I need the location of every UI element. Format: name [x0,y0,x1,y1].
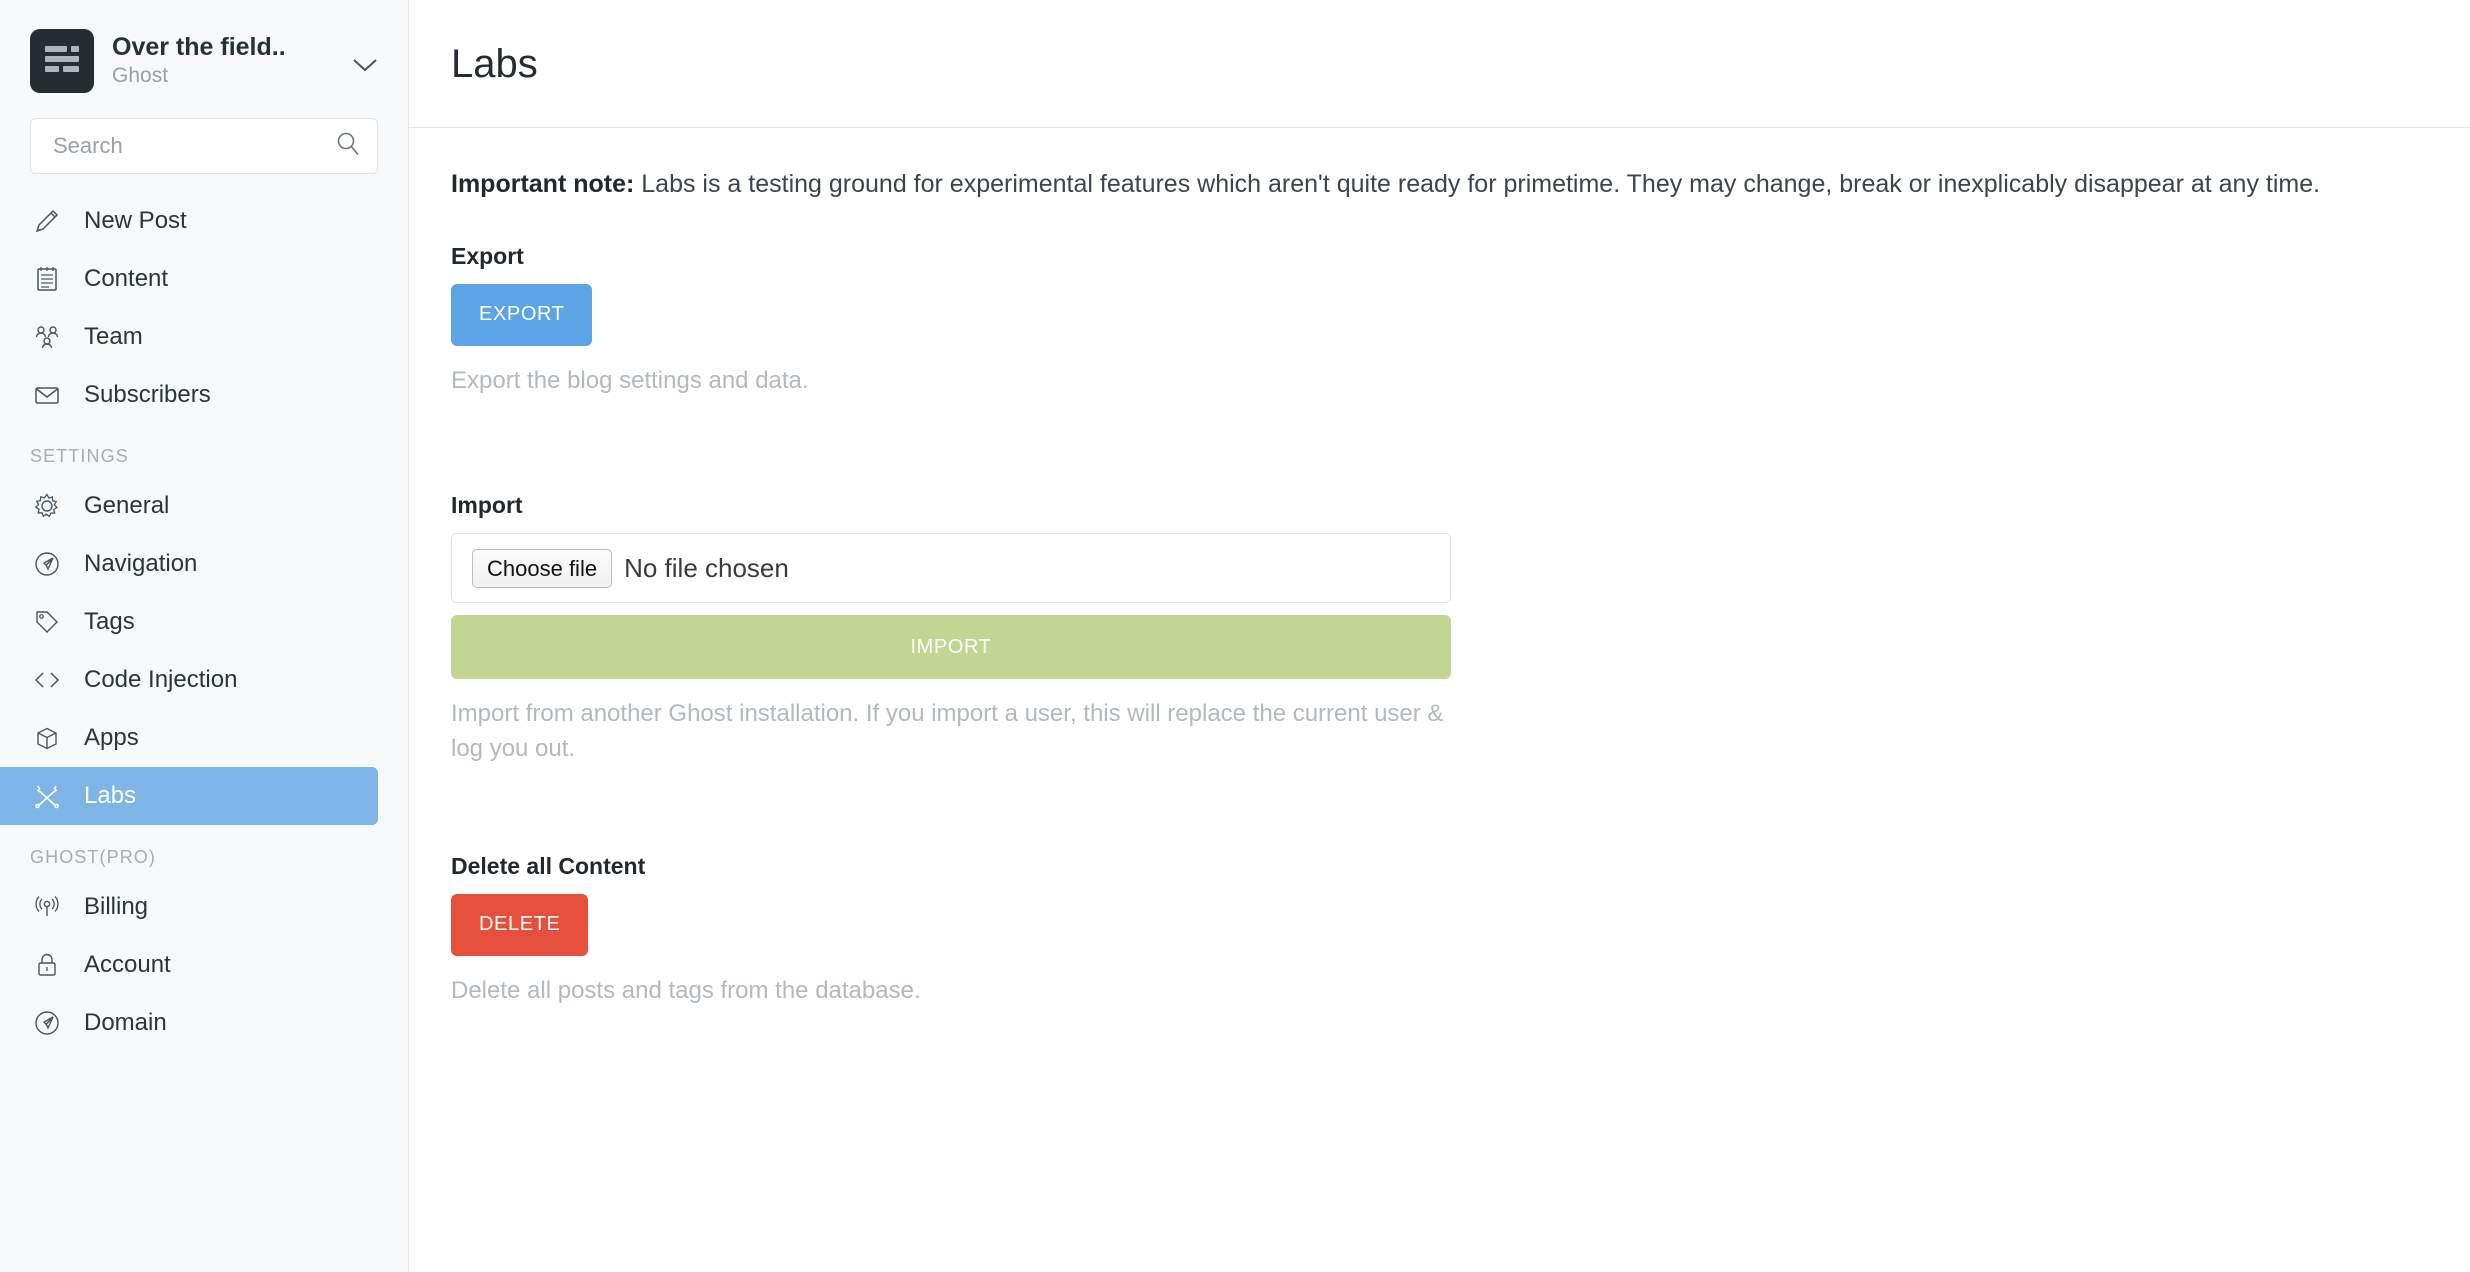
important-note-bold: Important note: [451,170,635,198]
export-label: Export [451,242,524,269]
wrenches-icon [30,779,64,813]
export-section: Export EXPORT Export the blog settings a… [451,242,2428,399]
chevron-down-icon[interactable] [352,49,378,73]
sidebar-item-label: New Post [84,207,187,234]
sidebar-item-tags[interactable]: Tags [0,593,378,651]
blog-switcher[interactable]: Over the field.. Ghost [0,0,408,96]
sidebar-item-label: Team [84,323,143,350]
import-label: Import [451,492,523,519]
box-icon [30,721,64,755]
search-container [0,96,408,174]
sidebar-item-label: Content [84,265,169,292]
export-hint: Export the blog settings and data. [451,366,809,394]
sidebar-item-domain[interactable]: Domain [0,994,378,1052]
sidebar-section-settings-label: SETTINGS [30,446,129,466]
sidebar-item-account[interactable]: Account [0,936,378,994]
sidebar-item-label: Code Injection [84,666,238,693]
sidebar-item-label: Navigation [84,550,198,577]
sidebar-item-label: Apps [84,724,139,751]
search-input[interactable] [51,132,335,160]
page-title: Labs [451,41,538,86]
main-content: Labs Important note: Labs is a testing g… [409,0,2470,1272]
sidebar-item-apps[interactable]: Apps [0,709,378,767]
sidebar-nav: New Post Content Team Subscribers SETTIN… [0,174,408,1052]
sidebar-item-navigation[interactable]: Navigation [0,535,378,593]
pencil-icon [30,204,64,238]
delete-label: Delete all Content [451,852,646,879]
gear-icon [30,489,64,523]
import-button[interactable]: IMPORT [451,615,1451,680]
delete-button[interactable]: DELETE [451,893,589,956]
app-root: Over the field.. Ghost New Post [0,0,2470,1272]
sidebar-item-label: Tags [84,608,135,635]
sidebar-item-code-injection[interactable]: Code Injection [0,651,378,709]
import-section: Import Choose file No file chosen IMPORT… [451,494,2428,767]
blog-identity: Over the field.. Ghost [112,33,346,89]
sidebar-item-label: Account [84,951,171,978]
delete-hint: Delete all posts and tags from the datab… [451,976,921,1004]
sidebar-item-label: Domain [84,1009,167,1036]
broadcast-icon [30,890,64,924]
main-header: Labs [409,0,2470,128]
sidebar-item-general[interactable]: General [0,477,378,535]
sidebar: Over the field.. Ghost New Post [0,0,409,1272]
tag-icon [30,605,64,639]
important-note-text: Labs is a testing ground for experimenta… [634,170,2321,198]
sidebar-item-label: Labs [84,782,137,809]
search-icon[interactable] [335,131,361,162]
choose-file-button[interactable]: Choose file [472,548,613,588]
sidebar-item-content[interactable]: Content [0,250,378,308]
envelope-icon [30,378,64,412]
lock-icon [30,948,64,982]
export-button[interactable]: EXPORT [451,283,593,346]
blog-logo-icon [30,29,94,93]
blog-title: Over the field.. [112,32,286,61]
import-file-input[interactable]: Choose file No file chosen [451,533,1451,604]
compass-icon [30,1006,64,1040]
notepad-icon [30,262,64,296]
sidebar-item-subscribers[interactable]: Subscribers [0,366,378,424]
sidebar-item-team[interactable]: Team [0,308,378,366]
sidebar-item-labs[interactable]: Labs [0,767,378,825]
sidebar-item-label: Billing [84,893,149,920]
important-note: Important note: Labs is a testing ground… [451,166,2428,203]
labs-settings-body: Important note: Labs is a testing ground… [409,128,2470,1009]
compass-icon [30,547,64,581]
sidebar-item-billing[interactable]: Billing [0,878,378,936]
blog-subtitle: Ghost [112,63,169,87]
search-box[interactable] [30,118,378,174]
users-icon [30,320,64,354]
code-icon [30,663,64,697]
sidebar-item-label: General [84,492,170,519]
sidebar-item-new-post[interactable]: New Post [0,192,378,250]
sidebar-item-label: Subscribers [84,381,211,408]
delete-section: Delete all Content DELETE Delete all pos… [451,852,2428,1009]
sidebar-section-ghostpro-label: GHOST(PRO) [30,847,156,867]
import-hint: Import from another Ghost installation. … [451,700,1444,763]
chosen-file-name: No file chosen [624,552,789,583]
